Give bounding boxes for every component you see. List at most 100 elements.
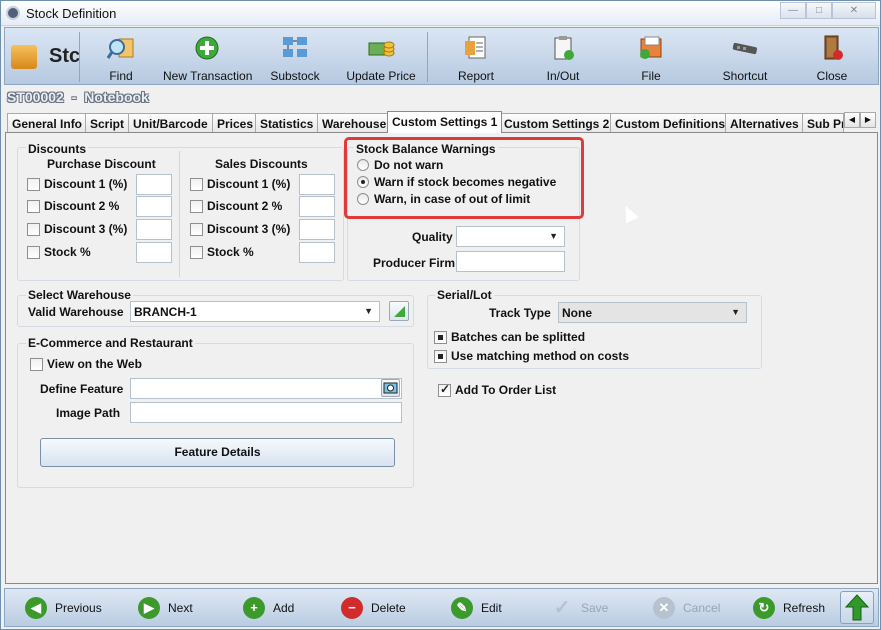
sales-discounts-title: Sales Discounts — [215, 157, 308, 171]
close-button[interactable]: Close — [807, 31, 857, 83]
cancel-button[interactable]: ✕ Cancel — [653, 595, 720, 621]
view-on-web-checkbox[interactable] — [30, 358, 43, 371]
edit-icon: ✎ — [451, 597, 473, 619]
valid-warehouse-label: Valid Warehouse — [28, 305, 124, 319]
track-type-dropdown[interactable]: None ▼ — [558, 302, 747, 323]
substock-button[interactable]: Substock — [265, 31, 325, 83]
window-title: Stock Definition — [26, 6, 117, 21]
navigation-bar: ◀ Previous ▶ Next + Add − Delete ✎ Edit ✓ Save… — [4, 588, 879, 627]
add-button[interactable]: + Add — [243, 595, 294, 621]
report-icon — [465, 36, 486, 59]
chevron-down-icon: ▼ — [731, 307, 740, 317]
producer-firm-input[interactable] — [456, 251, 565, 272]
purchase-discount-3-checkbox[interactable] — [27, 223, 40, 236]
file-button[interactable]: File — [625, 31, 677, 83]
app-icon — [6, 6, 20, 20]
purchase-discount-title: Purchase Discount — [47, 157, 156, 171]
chevron-down-icon: ▼ — [549, 231, 558, 241]
stock-logo-icon — [11, 45, 37, 69]
scroll-up-button[interactable] — [840, 591, 874, 624]
discounts-title: Discounts — [26, 142, 89, 156]
toolbar: Stc Find New Transaction Substock Update… — [4, 27, 879, 85]
file-icon — [640, 36, 662, 59]
matching-method-checkbox[interactable] — [434, 350, 447, 363]
image-path-label: Image Path — [56, 406, 121, 420]
warehouse-browse-button[interactable] — [389, 301, 409, 321]
add-to-order-list-checkbox[interactable] — [438, 382, 451, 397]
tab-script[interactable]: Script — [85, 113, 130, 133]
refresh-button[interactable]: ↻ Refresh — [753, 595, 825, 621]
sales-stock-checkbox[interactable] — [190, 246, 203, 259]
save-button[interactable]: ✓ Save — [551, 595, 609, 621]
minimize-button[interactable]: — — [780, 2, 806, 19]
shortcut-icon — [732, 42, 757, 55]
tab-sub-products[interactable]: Sub Pr — [802, 113, 844, 133]
sales-discount-2-checkbox[interactable] — [190, 200, 203, 213]
sales-discount-2-input[interactable] — [299, 196, 335, 217]
app-logo: Stc — [11, 42, 80, 74]
sales-discount-3-input[interactable] — [299, 219, 335, 240]
shortcut-button[interactable]: Shortcut — [717, 31, 773, 83]
substock-icon — [283, 37, 307, 57]
clipboard-icon — [554, 36, 574, 60]
in-out-button[interactable]: In/Out — [535, 31, 591, 83]
purchase-discount-1-input[interactable] — [136, 174, 172, 195]
minus-icon: − — [341, 597, 363, 619]
quality-dropdown[interactable]: ▼ — [456, 226, 565, 247]
purchase-discount-2-checkbox[interactable] — [27, 200, 40, 213]
delete-button[interactable]: − Delete — [341, 595, 406, 621]
door-icon — [824, 35, 843, 60]
define-feature-label: Define Feature — [40, 382, 124, 396]
tab-scroll-left-icon[interactable]: ◀ — [844, 112, 860, 128]
find-button[interactable]: Find — [95, 31, 147, 83]
previous-button[interactable]: ◀ Previous — [25, 595, 102, 621]
new-transaction-button[interactable]: New Transaction — [163, 31, 252, 83]
purchase-stock-input[interactable] — [136, 242, 172, 263]
edit-button[interactable]: ✎ Edit — [451, 595, 502, 621]
add-circle-icon — [195, 36, 219, 60]
check-icon: ✓ — [553, 597, 571, 619]
purchase-discount-1-checkbox[interactable] — [27, 178, 40, 191]
highlight-annotation — [344, 137, 584, 219]
tab-custom-definitions[interactable]: Custom Definitions — [610, 113, 730, 133]
record-title: ST00002 - Notebook — [7, 89, 149, 105]
refresh-icon: ↻ — [753, 597, 775, 619]
purchase-discount-2-input[interactable] — [136, 196, 172, 217]
cancel-icon: ✕ — [653, 597, 675, 619]
arrow-diagonal-icon — [394, 306, 405, 317]
serial-lot-title: Serial/Lot — [435, 288, 494, 302]
arrow-up-icon — [844, 594, 870, 621]
arrow-left-icon: ◀ — [25, 597, 47, 619]
valid-warehouse-dropdown[interactable]: BRANCH-1 ▼ — [130, 301, 380, 322]
batches-splitted-checkbox[interactable] — [434, 331, 447, 344]
purchase-discount-3-input[interactable] — [136, 219, 172, 240]
tab-warehouse[interactable]: Warehouse — [317, 113, 392, 133]
arrow-right-icon: ▶ — [138, 597, 160, 619]
maximize-button[interactable]: □ — [806, 2, 832, 19]
sales-discount-3-checkbox[interactable] — [190, 223, 203, 236]
feature-details-button[interactable]: Feature Details — [40, 438, 395, 467]
sales-discount-1-checkbox[interactable] — [190, 178, 203, 191]
tab-prices[interactable]: Prices — [212, 113, 259, 133]
tab-scroll-right-icon[interactable]: ▶ — [860, 112, 876, 128]
sales-stock-input[interactable] — [299, 242, 335, 263]
tab-custom-settings-2[interactable]: Custom Settings 2 — [499, 113, 615, 133]
define-feature-input[interactable] — [130, 378, 402, 399]
producer-firm-label: Producer Firm — [373, 256, 456, 270]
tab-statistics[interactable]: Statistics — [255, 113, 319, 133]
tab-unit-barcode[interactable]: Unit/Barcode — [128, 113, 213, 133]
sales-discount-1-input[interactable] — [299, 174, 335, 195]
tab-strip: General Info Script Unit/Barcode Prices … — [5, 111, 878, 133]
next-button[interactable]: ▶ Next — [138, 595, 193, 621]
feature-picker-button[interactable] — [381, 379, 400, 397]
title-bar: Stock Definition — □ ✕ — [1, 1, 880, 26]
image-path-input[interactable] — [130, 402, 402, 423]
tab-alternatives[interactable]: Alternatives — [725, 113, 804, 133]
tab-custom-settings-1[interactable]: Custom Settings 1 — [387, 111, 503, 133]
select-warehouse-title: Select Warehouse — [26, 288, 133, 302]
close-window-button[interactable]: ✕ — [832, 2, 876, 19]
update-price-button[interactable]: Update Price — [343, 31, 419, 83]
tab-general-info[interactable]: General Info — [7, 113, 88, 133]
report-button[interactable]: Report — [450, 31, 502, 83]
purchase-stock-checkbox[interactable] — [27, 246, 40, 259]
